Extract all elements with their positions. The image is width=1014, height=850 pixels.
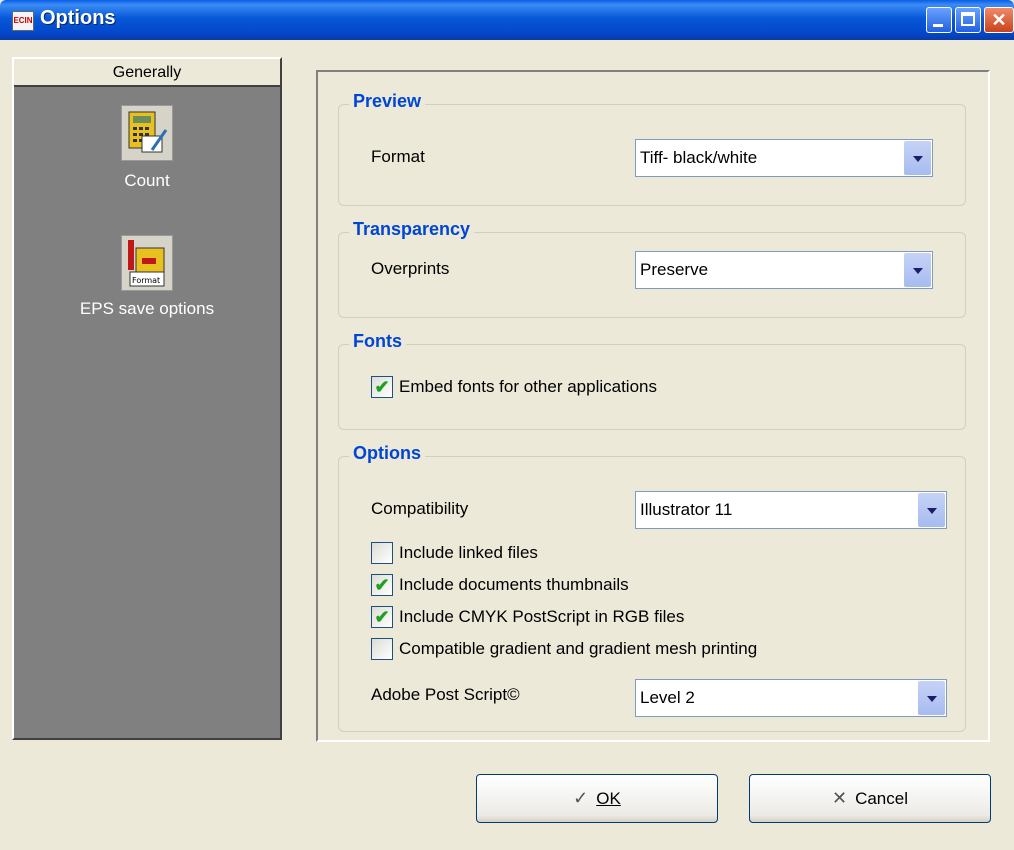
postscript-select-value: Level 2 [640,688,695,707]
chevron-down-icon[interactable] [918,493,945,527]
chevron-down-icon[interactable] [904,141,931,175]
calculator-icon [121,105,173,161]
checkmark-icon: ✓ [573,788,589,808]
transparency-group: Transparency Overprints Preserve [338,219,966,318]
format-select[interactable]: Tiff- black/white [635,139,933,177]
minimize-button[interactable] [926,7,952,33]
sidebar-item-eps-save-options[interactable]: Format EPS save options [14,235,280,319]
window-title: Options [40,7,116,29]
close-icon: ✕ [991,10,1007,30]
title-bar[interactable]: ECIN Options ✕ [0,0,1014,40]
fonts-group-title: Fonts [349,331,406,352]
include-cmyk-row[interactable]: ✔ Include CMYK PostScript in RGB files [371,605,931,629]
compatible-gradient-row[interactable]: Compatible gradient and gradient mesh pr… [371,637,931,661]
compatible-gradient-checkbox[interactable] [371,638,393,660]
format-select-value: Tiff- black/white [640,148,758,167]
embed-fonts-checkbox-row[interactable]: ✔ Embed fonts for other applications [371,375,931,399]
cancel-button[interactable]: ✕ Cancel [749,774,991,823]
postscript-select[interactable]: Level 2 [635,679,947,717]
ok-button[interactable]: ✓ OK [476,774,718,823]
sidebar-header-generally[interactable]: Generally [14,59,280,87]
include-linked-files-row[interactable]: Include linked files [371,541,931,565]
cancel-button-label: Cancel [855,789,908,808]
format-icon: Format [121,235,173,291]
options-panel: Preview Format Tiff- black/white Transpa… [316,70,990,742]
compatibility-select-value: Illustrator 11 [640,500,733,519]
maximize-button[interactable] [955,7,981,33]
sidebar-item-label: Count [124,171,170,190]
overprints-label: Overprints [371,259,450,278]
sidebar-item-count[interactable]: Count [14,105,280,191]
include-cmyk-checkbox[interactable]: ✔ [371,606,393,628]
format-label: Format [371,147,425,166]
options-group: Options Compatibility Illustrator 11 Inc… [338,443,966,732]
include-cmyk-label: Include CMYK PostScript in RGB files [399,607,685,626]
svg-text:Format: Format [132,276,160,285]
transparency-group-title: Transparency [349,219,475,240]
preview-group-title: Preview [349,91,426,112]
embed-fonts-checkbox[interactable]: ✔ [371,376,393,398]
include-thumbnails-checkbox[interactable]: ✔ [371,574,393,596]
x-icon: ✕ [831,788,848,808]
embed-fonts-label: Embed fonts for other applications [399,377,657,396]
include-thumbnails-label: Include documents thumbnails [399,575,629,594]
include-linked-files-label: Include linked files [399,543,538,562]
options-group-title: Options [349,443,425,464]
app-icon[interactable]: ECIN [12,11,34,31]
minimize-icon [933,24,943,27]
include-linked-files-checkbox[interactable] [371,542,393,564]
preview-group: Preview Format Tiff- black/white [338,91,966,206]
sidebar-item-label: EPS save options [79,299,215,318]
include-thumbnails-row[interactable]: ✔ Include documents thumbnails [371,573,931,597]
maximize-icon [961,12,975,26]
fonts-group: Fonts ✔ Embed fonts for other applicatio… [338,331,966,430]
ok-button-label: OK [596,789,621,808]
overprints-select-value: Preserve [640,260,709,279]
chevron-down-icon[interactable] [904,253,931,287]
compatibility-label: Compatibility [371,499,469,518]
compatible-gradient-label: Compatible gradient and gradient mesh pr… [399,639,758,658]
sidebar: Generally Count Format EPS save options [12,57,282,740]
overprints-select[interactable]: Preserve [635,251,933,289]
postscript-label: Adobe Post Script© [371,685,520,704]
compatibility-select[interactable]: Illustrator 11 [635,491,947,529]
chevron-down-icon[interactable] [918,681,945,715]
close-button[interactable]: ✕ [984,7,1014,33]
